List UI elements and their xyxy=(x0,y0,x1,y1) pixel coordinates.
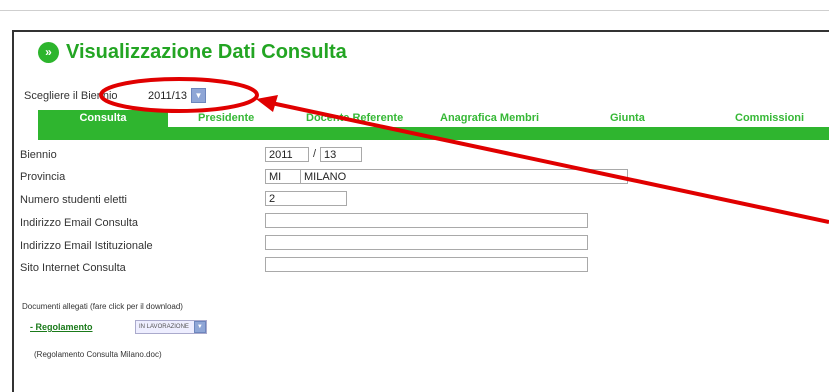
annotation-arrow-head xyxy=(256,95,278,112)
annotation-arrow-line xyxy=(261,99,829,224)
annotation-ellipse xyxy=(99,77,259,113)
annotation-overlay xyxy=(99,77,829,224)
